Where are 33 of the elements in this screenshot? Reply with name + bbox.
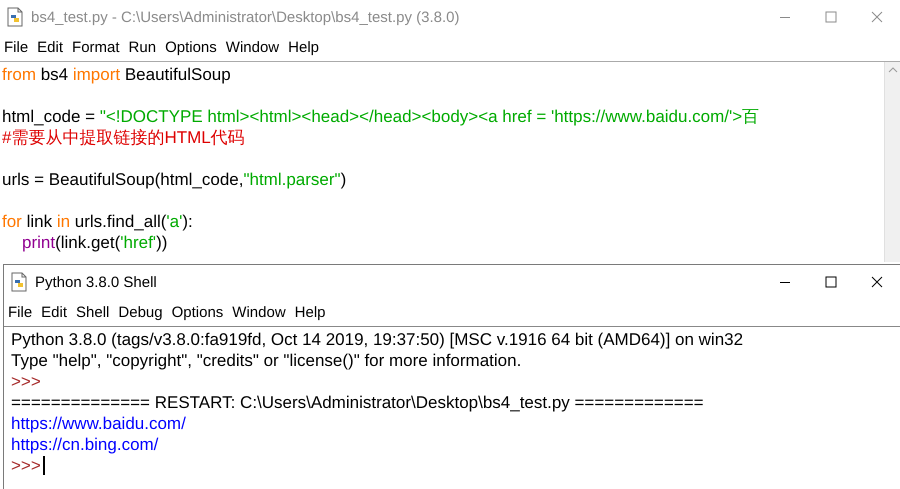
- menu-item[interactable]: File: [4, 38, 34, 57]
- menu-item[interactable]: Options: [172, 303, 230, 322]
- shell-prompt: >>>: [11, 455, 41, 476]
- menu-item[interactable]: Window: [226, 38, 286, 57]
- menu-item[interactable]: Edit: [41, 303, 74, 322]
- window-title: bs4_test.py - C:\Users\Administrator\Desktop\bs4_test.py (3.8.0): [31, 8, 461, 26]
- menu-item[interactable]: Help: [294, 303, 332, 322]
- scroll-up-icon[interactable]: [888, 66, 898, 74]
- menu-item[interactable]: Window: [232, 303, 292, 322]
- shell-prompt: >>>: [11, 371, 41, 392]
- menu-item[interactable]: Debug: [118, 303, 169, 322]
- menu-item[interactable]: Shell: [76, 303, 116, 322]
- output-line: https://www.baidu.com/: [11, 413, 186, 434]
- menu-item[interactable]: Run: [128, 38, 162, 57]
- output-line: https://cn.bing.com/: [11, 434, 158, 455]
- output-line: ============== RESTART: C:\Users\Administrator\Desktop\bs4_test.py =============: [11, 392, 704, 413]
- python-file-icon: [6, 7, 24, 27]
- menu-item[interactable]: Options: [165, 38, 223, 57]
- window-title: Python 3.8.0 Shell: [35, 274, 158, 290]
- code-line: from bs4 import BeautifulSoup: [2, 64, 232, 85]
- menu-item[interactable]: Format: [72, 38, 126, 57]
- code-line: html_code = "<!DOCTYPE html><html><head></head><body><a href = 'https://www.baidu.com/'>百: [2, 106, 760, 127]
- code-line: urls = BeautifulSoup(html_code,"html.parser"): [2, 169, 348, 190]
- output-line: Python 3.8.0 (tags/v3.8.0:fa919fd, Oct 14 2019, 19:37:50) [MSC v.1916 64 bit (AMD64)] on win32: [11, 329, 744, 350]
- code-line: print(link.get('href')): [21, 232, 168, 253]
- menu-item[interactable]: Edit: [37, 38, 70, 57]
- code-line: for link in urls.find_all('a'):: [2, 211, 194, 232]
- scrollbar[interactable]: [884, 62, 900, 262]
- menu-item[interactable]: Help: [288, 38, 325, 57]
- code-line: #需要从中提取链接的HTML代码: [2, 127, 246, 148]
- output-line: Type "help", "copyright", "credits" or "license()" for more information.: [11, 350, 522, 371]
- menu-item[interactable]: File: [8, 303, 38, 322]
- python-file-icon: [10, 272, 28, 292]
